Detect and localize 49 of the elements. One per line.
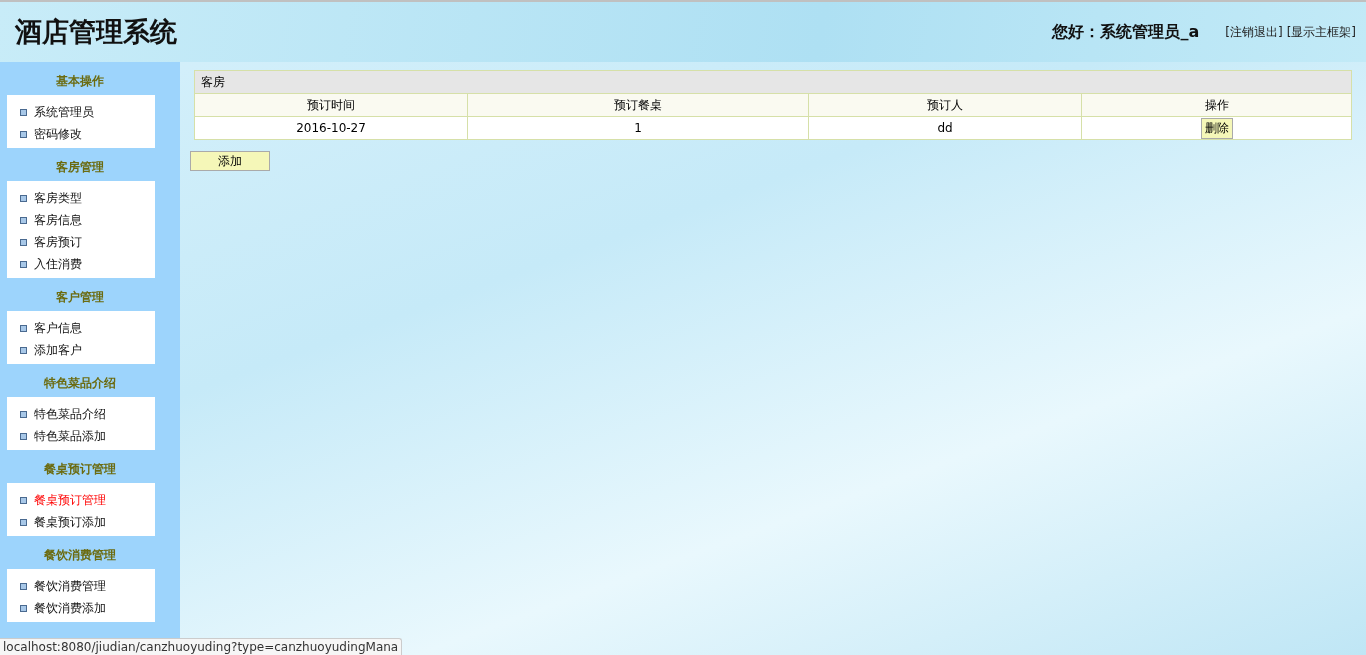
bullet-icon [20, 216, 27, 224]
bullet-icon [20, 238, 27, 246]
sidebar-link[interactable]: 客户信息 [34, 319, 82, 337]
bullet-icon [20, 108, 27, 116]
add-button[interactable]: 添加 [190, 151, 270, 171]
sidebar-link[interactable]: 密码修改 [34, 125, 82, 143]
sidebar-link[interactable]: 客房预订 [34, 233, 82, 251]
sidebar-link[interactable]: 系统管理员 [34, 103, 94, 121]
greeting-text: 您好：系统管理员_a [1052, 21, 1200, 43]
sidebar-link[interactable]: 客房信息 [34, 211, 82, 229]
bullet-icon [20, 496, 27, 504]
sidebar-link[interactable]: 入住消费 [34, 255, 82, 273]
column-header: 预订时间 [194, 93, 468, 117]
bullet-icon [20, 194, 27, 202]
sidebar-link[interactable]: 餐饮消费管理 [34, 577, 106, 595]
bullet-icon [20, 260, 27, 268]
table-cell: 2016-10-27 [194, 116, 468, 140]
bullet-icon [20, 346, 27, 354]
header-link[interactable]: [显示主框架] [1286, 23, 1356, 41]
bullet-icon [20, 432, 27, 440]
table-cell: 1 [467, 116, 809, 140]
bullet-icon [20, 410, 27, 418]
table-cell: dd [808, 116, 1082, 140]
bullet-icon [20, 604, 27, 612]
sidebar-section-title: 客房管理 [55, 159, 105, 176]
column-header: 预订餐桌 [467, 93, 809, 117]
sidebar-section-title: 基本操作 [55, 73, 105, 90]
header-link[interactable]: [注销退出] [1225, 23, 1283, 41]
column-header: 预订人 [808, 93, 1082, 117]
sidebar-link[interactable]: 特色菜品添加 [34, 427, 106, 445]
bullet-icon [20, 518, 27, 526]
sidebar-link[interactable]: 特色菜品介绍 [34, 405, 106, 423]
sidebar-link[interactable]: 客房类型 [34, 189, 82, 207]
bullet-icon [20, 582, 27, 590]
bullet-icon [20, 324, 27, 332]
app-title: 酒店管理系统 [15, 15, 177, 49]
status-bar-url: localhost:8080/jiudian/canzhuoyuding?type=canzhuoyudingMana [0, 638, 403, 655]
sidebar-section-title: 特色菜品介绍 [43, 375, 117, 392]
table-caption: 客房 [194, 70, 1352, 94]
sidebar-link[interactable]: 餐桌预订管理 [34, 491, 106, 509]
bullet-icon [20, 130, 27, 138]
sidebar-link[interactable]: 餐桌预订添加 [34, 513, 106, 531]
sidebar-section-title: 餐饮消费管理 [43, 547, 117, 564]
column-header: 操作 [1081, 93, 1352, 117]
sidebar-section-title: 客户管理 [55, 289, 105, 306]
sidebar-section-title: 餐桌预订管理 [43, 461, 117, 478]
sidebar-link[interactable]: 添加客户 [34, 341, 82, 359]
delete-button[interactable]: 删除 [1200, 117, 1233, 139]
sidebar-link[interactable]: 餐饮消费添加 [34, 599, 106, 617]
